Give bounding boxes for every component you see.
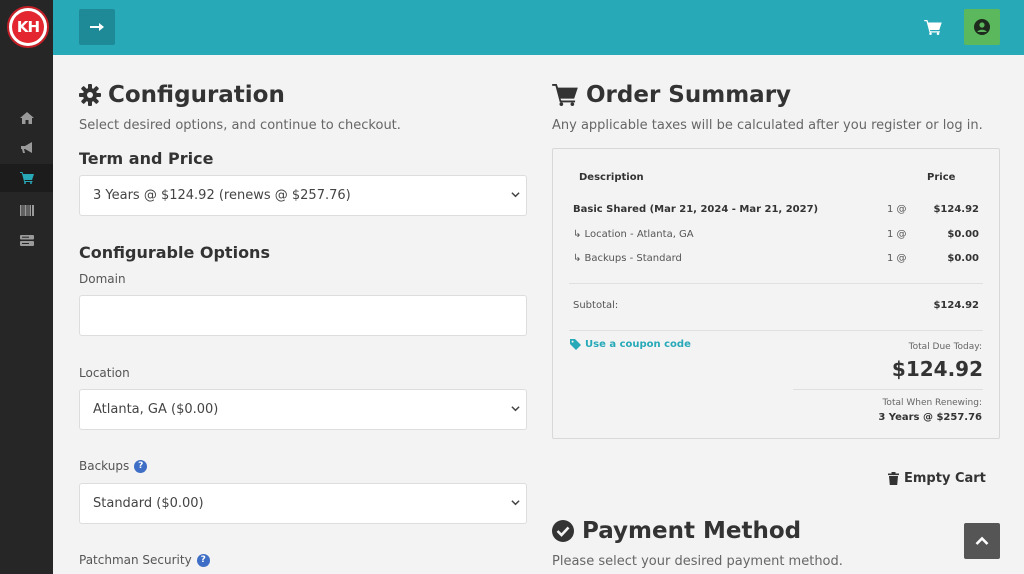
- sidebar-item-announcements[interactable]: [0, 134, 53, 162]
- domain-input[interactable]: [79, 295, 527, 336]
- cart-icon: [19, 172, 34, 184]
- check-circle-icon: [552, 520, 574, 542]
- order-summary-title: Order Summary: [586, 82, 792, 108]
- question-circle-icon[interactable]: ?: [134, 459, 148, 473]
- backups-value: Standard ($0.00): [93, 496, 204, 511]
- renewing-value: 3 Years @ $257.76: [878, 412, 982, 423]
- location-select[interactable]: Atlanta, GA ($0.00): [79, 389, 527, 430]
- patchman-label: Patchman Security ?: [79, 553, 210, 567]
- location-label: Location: [79, 366, 130, 380]
- chevron-down-icon: [511, 192, 520, 198]
- brand-logo-mark: KH: [12, 11, 44, 43]
- term-price-label: Term and Price: [79, 149, 214, 168]
- sidebar-item-services[interactable]: [0, 226, 53, 254]
- brand-logo[interactable]: KH: [7, 6, 49, 48]
- coupon-link-label: Use a coupon code: [585, 339, 691, 350]
- total-today-value: $124.92: [891, 357, 983, 381]
- chevron-down-icon: [511, 500, 520, 506]
- logo-area[interactable]: KH: [0, 0, 53, 55]
- term-price-select[interactable]: 3 Years @ $124.92 (renews @ $257.76): [79, 175, 527, 216]
- line-item-price: $0.00: [947, 253, 979, 264]
- coupon-link[interactable]: Use a coupon code: [570, 339, 691, 350]
- cart-icon: [552, 84, 578, 106]
- total-today-label: Total Due Today:: [908, 342, 982, 352]
- order-summary-box: Description Price Basic Shared (Mar 21, …: [552, 148, 1000, 439]
- configuration-subtitle: Select desired options, and continue to …: [79, 118, 401, 133]
- line-item-qty: 1 @: [887, 204, 907, 215]
- location-value: Atlanta, GA ($0.00): [93, 402, 219, 417]
- divider: [569, 283, 983, 284]
- line-item-desc: ↳ Location - Atlanta, GA: [573, 229, 694, 240]
- sidebar-item-billing[interactable]: [0, 196, 53, 224]
- line-item-price: $124.92: [933, 204, 979, 215]
- order-summary-subtitle: Any applicable taxes will be calculated …: [552, 118, 983, 133]
- home-icon: [19, 112, 34, 124]
- chevron-up-icon: [975, 536, 989, 545]
- trash-icon: [888, 472, 899, 485]
- gear-icon: [79, 84, 101, 106]
- tag-icon: [570, 339, 581, 350]
- description-header: Description: [579, 172, 644, 183]
- location-label-text: Location: [79, 366, 130, 380]
- barcode-icon: [19, 204, 34, 216]
- top-bar: [53, 0, 1024, 55]
- renewing-label: Total When Renewing:: [882, 398, 982, 408]
- line-item-qty: 1 @: [887, 253, 907, 264]
- payment-method-subtitle: Please select your desired payment metho…: [552, 554, 843, 569]
- configurable-options-title: Configurable Options: [79, 243, 270, 262]
- divider: [793, 389, 983, 390]
- line-item-desc: Basic Shared (Mar 21, 2024 - Mar 21, 202…: [573, 204, 819, 215]
- payment-method-heading: Payment Method: [552, 516, 801, 546]
- empty-cart-label: Empty Cart: [904, 471, 986, 486]
- cart-button[interactable]: [923, 17, 943, 37]
- subtotal-value: $124.92: [933, 300, 979, 311]
- scroll-to-top-button[interactable]: [964, 523, 1000, 559]
- chevron-down-icon: [511, 406, 520, 412]
- divider: [569, 330, 983, 331]
- domain-label-text: Domain: [79, 272, 126, 286]
- domain-label: Domain: [79, 272, 126, 286]
- payment-method-title: Payment Method: [582, 518, 802, 544]
- configuration-title: Configuration: [108, 82, 285, 108]
- subtotal-label: Subtotal:: [573, 300, 619, 311]
- line-item-desc: ↳ Backups - Standard: [573, 253, 682, 264]
- question-circle-icon[interactable]: ?: [196, 553, 210, 567]
- term-price-value: 3 Years @ $124.92 (renews @ $257.76): [93, 188, 351, 203]
- line-item-qty: 1 @: [887, 229, 907, 240]
- order-summary-heading: Order Summary: [552, 80, 791, 110]
- cart-icon: [924, 19, 942, 35]
- sidebar-item-home[interactable]: [0, 104, 53, 132]
- backups-label-text: Backups: [79, 459, 130, 473]
- backups-select[interactable]: Standard ($0.00): [79, 483, 527, 524]
- empty-cart-button[interactable]: Empty Cart: [888, 471, 986, 486]
- megaphone-icon: [20, 142, 32, 153]
- account-button[interactable]: [964, 9, 1000, 45]
- price-header: Price: [927, 172, 956, 183]
- sidebar-item-store[interactable]: [0, 164, 53, 192]
- sidebar: KH: [0, 0, 53, 574]
- user-circle-icon: [974, 19, 990, 35]
- server-icon: [19, 234, 34, 246]
- patchman-label-text: Patchman Security: [79, 553, 192, 567]
- backups-label: Backups ?: [79, 459, 148, 473]
- sidebar-toggle-button[interactable]: [79, 9, 115, 45]
- configuration-heading: Configuration: [79, 80, 285, 110]
- arrow-right-icon: [90, 23, 104, 31]
- line-item-price: $0.00: [947, 229, 979, 240]
